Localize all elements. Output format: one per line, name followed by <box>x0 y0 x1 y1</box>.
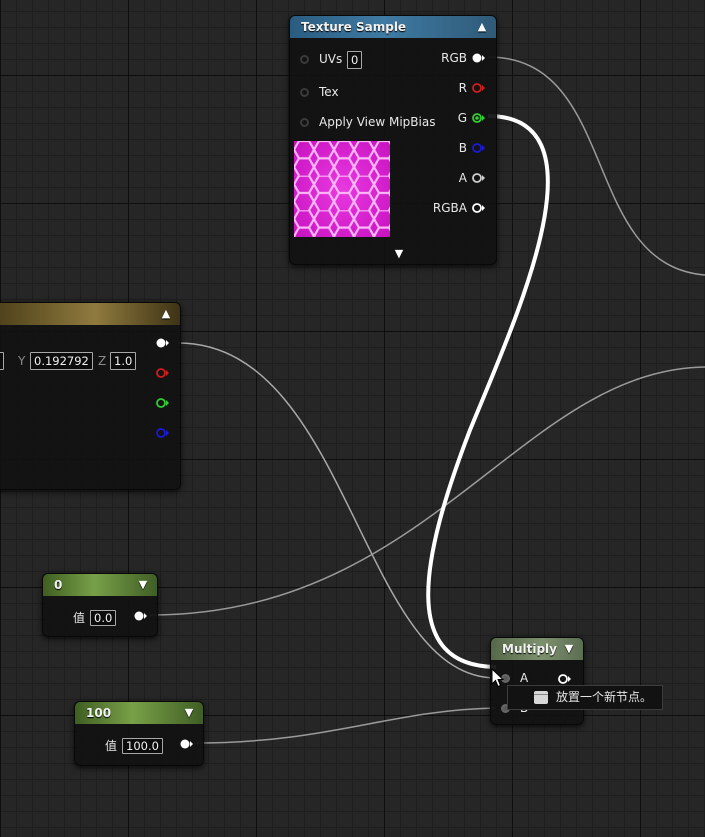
tex-label: Tex <box>319 85 339 99</box>
vector-y-label: Y <box>18 354 26 368</box>
constant-zero-header[interactable]: 0 ▼ <box>43 574 157 596</box>
rgba-label: RGBA <box>432 201 467 215</box>
vector-z-label: Z <box>98 354 107 368</box>
mip-bias-label: Apply View MipBias <box>319 115 436 129</box>
vector-parameter-node[interactable]: ▲ 2 Y 0.192792 Z 1.0 <box>0 302 181 490</box>
wire-vector-to-multiply-a <box>177 342 497 679</box>
constant-hundred-title: 100 <box>86 706 112 720</box>
vector-z-field[interactable]: 1.0 <box>110 352 137 370</box>
vector-r-output-pin[interactable] <box>155 367 169 379</box>
constant-zero-output-pin[interactable] <box>133 610 147 622</box>
wire-hundred-to-multiply-b <box>195 707 497 744</box>
uvs-label: UVs <box>319 52 343 66</box>
texture-preview-image <box>294 141 390 237</box>
chevron-down-icon[interactable]: ▼ <box>183 702 195 724</box>
a-output-pin[interactable] <box>471 172 485 184</box>
place-node-tooltip: 放置一个新节点。 <box>507 685 663 710</box>
constant-hundred-output-pin[interactable] <box>179 738 193 750</box>
collapse-up-icon[interactable]: ▲ <box>476 16 488 38</box>
g-label: G <box>457 111 467 125</box>
a-label: A <box>458 171 467 185</box>
expand-down-icon[interactable]: ▼ <box>393 243 405 265</box>
constant-zero-value-field[interactable]: 0.0 <box>90 610 117 626</box>
constant-hundred-header[interactable]: 100 ▼ <box>75 702 203 724</box>
constant-hundred-node[interactable]: 100 ▼ 值 100.0 <box>74 701 204 766</box>
constant-zero-node[interactable]: 0 ▼ 值 0.0 <box>42 573 158 637</box>
multiply-output-pin[interactable] <box>557 673 571 685</box>
chevron-down-icon[interactable]: ▼ <box>137 574 149 596</box>
multiply-a-label: A <box>520 671 529 685</box>
wire-rgb-out <box>487 56 705 276</box>
texture-sample-header[interactable]: Texture Sample ▲ <box>290 16 496 38</box>
tex-input-pin[interactable] <box>300 88 309 97</box>
constant-zero-value-label: 值 <box>73 611 86 625</box>
uvs-value-field[interactable]: 0 <box>347 51 363 69</box>
rgb-output-pin[interactable] <box>471 52 485 64</box>
vector-x-field[interactable]: 2 <box>0 352 5 370</box>
mip-bias-input-pin[interactable] <box>300 118 309 127</box>
mouse-cursor-icon <box>491 668 505 688</box>
b-output-pin[interactable] <box>471 142 485 154</box>
rgb-label: RGB <box>441 51 467 65</box>
r-label: R <box>458 81 467 95</box>
texture-sample-title: Texture Sample <box>301 20 407 34</box>
tooltip-text: 放置一个新节点。 <box>556 690 653 704</box>
constant-hundred-value-field[interactable]: 100.0 <box>122 738 163 754</box>
vector-y-field[interactable]: 0.192792 <box>30 352 93 370</box>
collapse-up-icon[interactable]: ▲ <box>160 303 172 325</box>
uvs-input-pin[interactable] <box>300 55 309 64</box>
vector-b-output-pin[interactable] <box>155 427 169 439</box>
multiply-header[interactable]: Multiply ▼ <box>491 638 583 660</box>
constant-hundred-value-label: 值 <box>105 739 118 753</box>
r-output-pin[interactable] <box>471 82 485 94</box>
multiply-title: Multiply <box>502 642 557 656</box>
constant-zero-title: 0 <box>54 578 63 592</box>
vector-rgb-output-pin[interactable] <box>155 337 169 349</box>
vector-g-output-pin[interactable] <box>155 397 169 409</box>
g-output-pin[interactable] <box>471 112 485 124</box>
vector-node-header[interactable]: ▲ <box>0 303 180 325</box>
rgba-output-pin[interactable] <box>471 202 485 214</box>
node-icon <box>534 691 548 704</box>
b-label: B <box>458 141 467 155</box>
chevron-down-icon[interactable]: ▼ <box>563 638 575 660</box>
